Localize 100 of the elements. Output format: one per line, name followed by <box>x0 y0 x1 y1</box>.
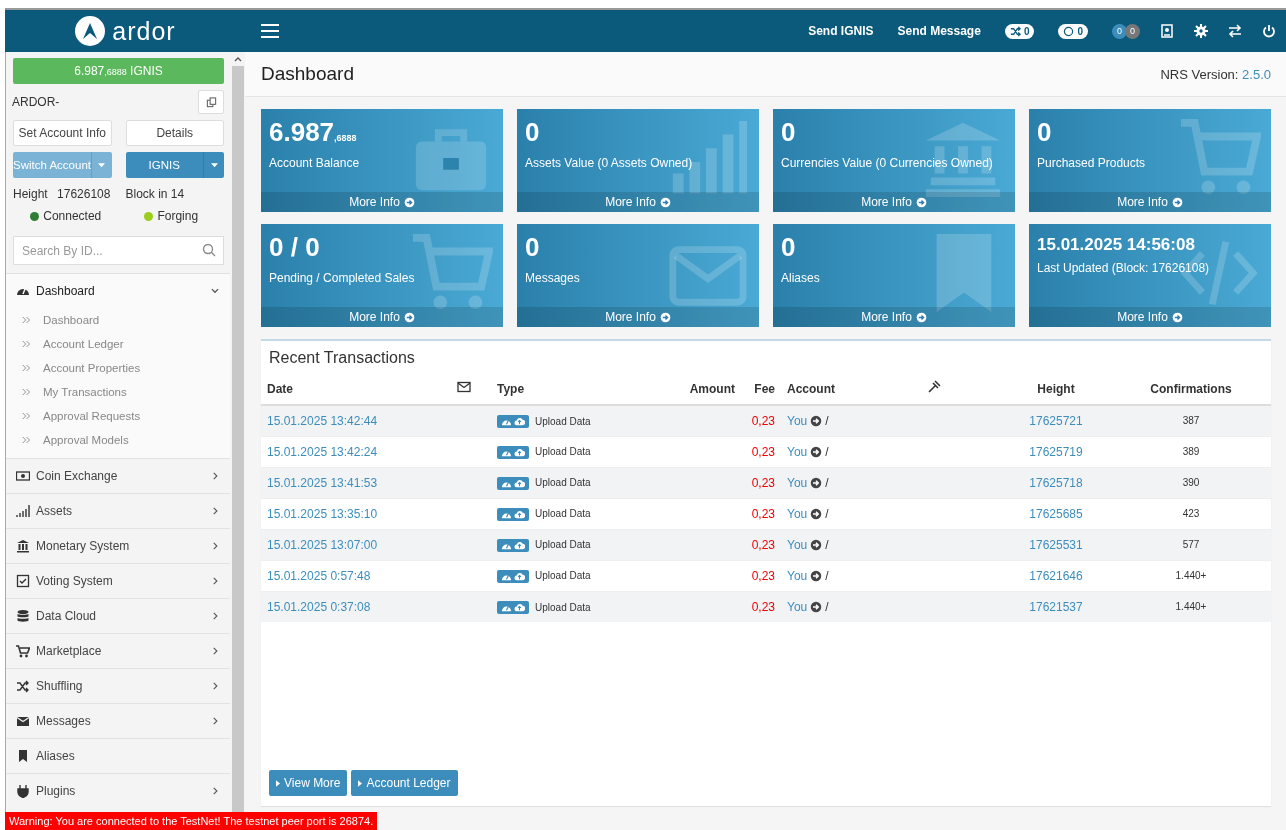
submenu-item[interactable]: Approval Models <box>6 428 230 452</box>
signal-bars-icon <box>16 504 30 518</box>
bookmark-icon <box>16 749 30 763</box>
account-link[interactable]: You <box>787 506 808 521</box>
more-info-link[interactable]: More Info <box>517 307 759 327</box>
fee-cell: 0,23 <box>741 467 781 498</box>
caret-right-icon <box>358 779 363 787</box>
tile-label: Currencies Value (0 Currencies Owned) <box>781 156 994 170</box>
submenu-item[interactable]: Dashboard <box>6 308 230 332</box>
details-button[interactable]: Details <box>125 120 224 146</box>
date-link[interactable]: 15.01.2025 13:42:44 <box>267 413 378 428</box>
date-link[interactable]: 15.01.2025 0:57:48 <box>267 568 371 583</box>
more-info-link[interactable]: More Info <box>1029 307 1271 327</box>
power-icon[interactable] <box>1262 24 1276 38</box>
warning-banner: Warning: You are connected to the TestNet! The testnet peer port is 26874. <box>5 812 378 830</box>
table-cell: 389 <box>1111 436 1271 467</box>
date-link[interactable]: 15.01.2025 13:35:10 <box>267 506 378 521</box>
chain-dropdown[interactable]: IGNIS <box>125 152 224 178</box>
search-field[interactable]: Search By ID... <box>13 236 224 265</box>
tile-value: 0 <box>525 117 541 148</box>
date-link[interactable]: 15.01.2025 13:41:53 <box>267 475 378 490</box>
account-id: ARDOR- <box>12 95 60 109</box>
tile-value: 0 <box>781 117 797 148</box>
swap-icon[interactable] <box>1228 24 1242 38</box>
nav-link[interactable]: Send IGNIS <box>808 24 874 38</box>
date-link[interactable]: 15.01.2025 0:37:08 <box>267 599 371 614</box>
account-link[interactable]: You <box>787 599 808 614</box>
logo-text: ardor <box>112 16 176 46</box>
height-link[interactable]: 17625531 <box>1029 537 1083 552</box>
height-link[interactable]: 17621537 <box>1029 599 1083 614</box>
height-label: Height <box>13 187 48 201</box>
notification-count[interactable]: 0 <box>1112 23 1127 39</box>
arrow-circle-icon <box>810 414 823 427</box>
contact-icon[interactable] <box>1160 24 1174 38</box>
tile-label: Last Updated (Block: 17626108) <box>1037 261 1211 275</box>
more-info-link[interactable]: More Info <box>1029 192 1271 212</box>
table-cell: 387 <box>1111 405 1271 436</box>
arrow-circle-icon <box>659 311 671 323</box>
menu-icon[interactable] <box>261 24 279 38</box>
arrow-circle-icon <box>810 569 823 582</box>
height-link[interactable]: 17621646 <box>1029 568 1083 583</box>
version-text: NRS Version: 2.5.0 <box>1160 66 1271 82</box>
submenu-item[interactable]: Account Properties <box>6 356 230 380</box>
notification-count[interactable]: 0 <box>1125 23 1140 39</box>
chevron-right-icon <box>210 786 220 796</box>
more-info-link[interactable]: More Info <box>261 192 503 212</box>
tile-label: Aliases <box>781 271 821 285</box>
chevron-right-icon <box>210 576 220 586</box>
account-link[interactable]: You <box>787 475 808 490</box>
double-chevron-icon <box>22 340 31 348</box>
account-link[interactable]: You <box>787 413 808 428</box>
plug-icon <box>16 784 30 798</box>
more-info-link[interactable]: More Info <box>773 307 1015 327</box>
date-link[interactable]: 15.01.2025 13:07:00 <box>267 537 378 552</box>
submenu-item[interactable]: Account Ledger <box>6 332 230 356</box>
height-value: 17626108 <box>57 187 111 201</box>
search-icon <box>202 243 216 257</box>
more-info-link[interactable]: More Info <box>773 192 1015 212</box>
account-link[interactable]: You <box>787 444 808 459</box>
tile-value: 15.01.2025 14:56:08 <box>1037 234 1196 255</box>
version-link[interactable]: 2.5.0 <box>1242 66 1271 82</box>
chevron-right-icon <box>210 716 220 726</box>
separator-text: / <box>825 599 829 614</box>
account-link[interactable]: You <box>787 537 808 552</box>
separator-text: / <box>825 568 829 583</box>
more-info-link[interactable]: More Info <box>517 192 759 212</box>
scrollbar-thumb[interactable] <box>231 66 244 812</box>
height-link[interactable]: 17625719 <box>1029 444 1083 459</box>
tile-value: 6.987,6888 <box>269 117 358 148</box>
status-label: Forging <box>157 209 199 223</box>
table-cell: 1.440+ <box>1111 560 1271 591</box>
account-link[interactable]: You <box>787 568 808 583</box>
view-more-button[interactable]: View More <box>269 770 348 796</box>
arrow-circle-icon <box>403 311 415 323</box>
height-link[interactable]: 17625718 <box>1029 475 1083 490</box>
arrow-circle-icon <box>810 476 823 489</box>
date-link[interactable]: 15.01.2025 13:42:24 <box>267 444 378 459</box>
separator-text: / <box>825 444 829 459</box>
height-link[interactable]: 17625721 <box>1029 413 1083 428</box>
caret-right-icon <box>276 779 280 787</box>
tile-label: Messages <box>525 271 581 285</box>
shuffle-badge[interactable]: 0 <box>1004 23 1035 39</box>
height-link[interactable]: 17625685 <box>1029 506 1083 521</box>
menu-item[interactable]: Dashboard <box>6 273 230 308</box>
set-account-info-button[interactable]: Set Account Info <box>13 120 112 146</box>
scroll-up-icon[interactable] <box>233 56 242 62</box>
more-info-link[interactable]: More Info <box>261 307 503 327</box>
submenu-item[interactable]: Approval Requests <box>6 404 230 428</box>
submenu-item[interactable]: My Transactions <box>6 380 230 404</box>
fee-cell: 0,23 <box>741 560 781 591</box>
arrow-circle-icon <box>915 311 927 323</box>
arrow-circle-icon <box>810 600 823 613</box>
nav-link[interactable]: Send Message <box>897 24 981 38</box>
account-ledger-button[interactable]: Account Ledger <box>351 770 458 796</box>
copy-button[interactable] <box>198 90 224 114</box>
status-badge[interactable]: 0 <box>1058 23 1088 39</box>
separator-text: / <box>825 475 829 490</box>
tile-value: 0 / 0 <box>269 232 321 263</box>
settings-icon[interactable] <box>1194 24 1208 38</box>
separator-text: / <box>825 413 829 428</box>
